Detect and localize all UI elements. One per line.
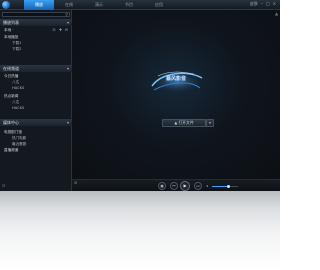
list-item-label: 热点新闻	[4, 94, 19, 98]
playlist-header[interactable]: 播放列表 ▾	[0, 19, 72, 26]
list-item-label: 电视剧门馆	[4, 130, 22, 134]
window-reflection	[0, 191, 280, 270]
playlist-tools[interactable]: ⊡ ✚ ⊟	[53, 27, 69, 33]
list-item-label: HACKS	[12, 106, 25, 110]
collapse-icon[interactable]: ▾	[67, 119, 69, 126]
list-item-label: HACKS	[12, 86, 25, 90]
media-header[interactable]: 媒体中心 ▾	[0, 119, 72, 126]
volume-fill	[212, 186, 229, 187]
list-item[interactable]: HACKS	[0, 105, 72, 111]
stop-button[interactable]: ■	[158, 182, 166, 190]
search-input[interactable]: ⚲	[2, 12, 70, 17]
control-bar: ■ ⏮ ▶ ⏭ ◂	[72, 179, 280, 191]
close-icon[interactable]: ×	[273, 1, 276, 7]
app-logo-icon[interactable]	[2, 1, 10, 9]
media-header-label: 媒体中心	[3, 120, 19, 125]
title-bar: 播放 在线 演示 节目 应用 皮肤 – □ ×	[0, 0, 280, 10]
minimize-icon[interactable]: –	[261, 1, 263, 7]
skin-button[interactable]: 皮肤	[250, 1, 258, 7]
list-item-label: 最近看剧	[12, 142, 27, 146]
list-item-label: 本地播放	[4, 35, 19, 39]
open-file-button[interactable]: ▲ 打开文件	[162, 119, 206, 127]
tab-demo[interactable]: 演示	[84, 0, 114, 10]
maximize-icon[interactable]: □	[266, 1, 270, 7]
brand-swirl-icon	[149, 70, 205, 94]
sidebar: ⚲ 播放列表 ▾ 本地 · ⊡ ✚ ⊟ 本地播放 下载1 下载2 在线频道 ▾ …	[0, 10, 72, 191]
video-area[interactable]: ▲ 暴风影音	[72, 10, 280, 179]
sidebar-toggle-icon[interactable]: ⊡	[2, 183, 5, 188]
volume-slider[interactable]	[212, 185, 238, 188]
volume-knob[interactable]	[227, 185, 231, 188]
chevron-up-icon[interactable]: ▲	[275, 11, 279, 16]
window-controls: 皮肤 – □ ×	[250, 1, 276, 7]
play-button[interactable]: ▶	[180, 181, 190, 191]
list-item-label: 八达	[12, 100, 20, 104]
tab-program[interactable]: 节目	[114, 0, 144, 10]
list-item[interactable]: 下载2	[0, 46, 72, 52]
list-item-label: 直播频道	[4, 148, 19, 152]
list-item-label: 八达	[12, 80, 20, 84]
main-tabs: 播放 在线 演示 节目 应用	[24, 0, 174, 10]
next-button[interactable]: ⏭	[194, 182, 202, 190]
list-item[interactable]: 直播频道	[0, 147, 72, 153]
collapse-icon[interactable]: ▾	[67, 19, 69, 26]
tab-play[interactable]: 播放	[24, 0, 54, 10]
list-item[interactable]: HACKS	[0, 85, 72, 91]
online-header-label: 在线频道	[3, 66, 19, 71]
brand-title: 暴风影音	[165, 76, 186, 82]
previous-button[interactable]: ⏮	[170, 182, 178, 190]
open-file-dropdown[interactable]: ▾	[206, 119, 214, 127]
tab-online[interactable]: 在线	[54, 0, 84, 10]
list-item-label: 热门电影	[12, 136, 27, 140]
list-item-label: 今日热播	[4, 74, 19, 78]
collapse-icon[interactable]: ▾	[67, 65, 69, 72]
playlist-header-label: 播放列表	[3, 20, 19, 25]
local-label: 本地 ·	[4, 28, 14, 32]
search-icon[interactable]: ⚲	[65, 12, 68, 17]
list-item-label: 下载1	[12, 41, 22, 45]
player-window: 播放 在线 演示 节目 应用 皮肤 – □ × ⚲ 播放列表 ▾ 本地 · ⊡ …	[0, 0, 280, 191]
online-header[interactable]: 在线频道 ▾	[0, 65, 72, 72]
list-item[interactable]: 本地 · ⊡ ✚ ⊟	[0, 27, 72, 33]
grid-view-icon[interactable]: ⊞	[74, 180, 77, 185]
tab-apps[interactable]: 应用	[144, 0, 174, 10]
volume-icon[interactable]: ◂	[206, 183, 208, 188]
list-item-label: 下载2	[12, 47, 22, 51]
